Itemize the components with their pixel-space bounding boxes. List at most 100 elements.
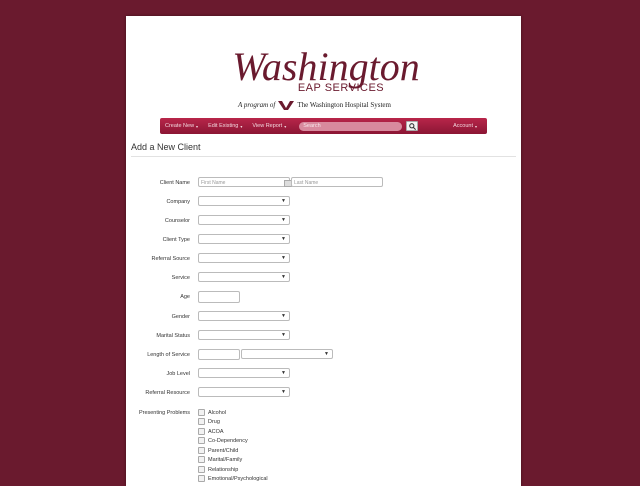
- problem-acoa[interactable]: ACOA: [198, 427, 224, 436]
- length-of-service-label: Length of Service: [147, 352, 190, 358]
- marital-status-row: Marital Status ▼: [126, 330, 521, 344]
- checkbox[interactable]: [198, 409, 205, 416]
- search-icon: [408, 122, 416, 130]
- chevron-down-icon: ▾: [240, 123, 243, 129]
- problem-relationship[interactable]: Relationship: [198, 465, 238, 474]
- nav-edit-existing[interactable]: Edit Existing ▾: [203, 123, 247, 129]
- chevron-down-icon: ▾: [474, 123, 477, 129]
- job-level-row: Job Level ▼: [126, 368, 521, 382]
- presenting-problems-row: Presenting Problems: [126, 407, 521, 421]
- problem-label: Alcohol: [208, 409, 227, 416]
- nav-create-new-label: Create New: [165, 123, 195, 129]
- checkbox[interactable]: [198, 437, 205, 444]
- last-name-placeholder: Last Name: [294, 180, 319, 186]
- chevron-down-icon: ▼: [281, 198, 286, 204]
- referral-source-row: Referral Source ▼: [126, 253, 521, 267]
- first-name-placeholder: First Name: [201, 180, 226, 186]
- marital-status-label: Marital Status: [156, 333, 190, 339]
- problem-marital-family[interactable]: Marital/Family: [198, 455, 242, 464]
- brand-tagline: A program of The Washington Hospital Sys…: [238, 99, 448, 111]
- page-title: Add a New Client: [131, 142, 201, 152]
- problem-label: Marital/Family: [208, 456, 243, 463]
- problem-label: Emotional/Psychological: [208, 475, 268, 482]
- age-row: Age: [126, 291, 521, 305]
- problem-label: Relationship: [208, 466, 239, 473]
- problem-label: Parent/Child: [208, 447, 239, 454]
- referral-resource-row: Referral Resource ▼: [126, 387, 521, 401]
- problem-emotional[interactable]: Emotional/Psychological: [198, 474, 268, 483]
- client-type-label: Client Type: [162, 237, 190, 243]
- tagline-suffix: The Washington Hospital System: [297, 101, 391, 109]
- length-of-service-row: Length of Service ▼: [126, 349, 521, 363]
- main-navbar: Create New ▾ Edit Existing ▾ View Report…: [160, 118, 487, 134]
- gender-label: Gender: [171, 314, 190, 320]
- gender-select[interactable]: ▼: [198, 311, 290, 321]
- checkbox[interactable]: [198, 447, 205, 454]
- client-name-row: Client Name First Name Last Name: [126, 177, 521, 191]
- chevron-down-icon: ▾: [196, 123, 199, 129]
- client-name-label: Client Name: [159, 180, 190, 186]
- marital-status-select[interactable]: ▼: [198, 330, 290, 340]
- age-label: Age: [180, 294, 190, 300]
- search-button[interactable]: [406, 121, 419, 131]
- problem-parent-child[interactable]: Parent/Child: [198, 446, 238, 455]
- problem-alcohol[interactable]: Alcohol: [198, 408, 226, 417]
- chevron-down-icon: ▼: [281, 274, 286, 280]
- chevron-down-icon: ▼: [281, 389, 286, 395]
- problem-label: Co-Dependency: [208, 437, 248, 444]
- age-field[interactable]: [198, 291, 240, 303]
- nav-account-label: Account: [453, 123, 473, 129]
- last-name-field[interactable]: Last Name: [291, 177, 383, 187]
- nav-account[interactable]: Account ▾: [448, 123, 487, 129]
- checkbox[interactable]: [198, 456, 205, 463]
- service-label: Service: [171, 275, 190, 281]
- chevron-down-icon: ▼: [324, 351, 329, 357]
- referral-resource-label: Referral Resource: [145, 390, 190, 396]
- nav-view-report-label: View Report: [252, 123, 283, 129]
- company-row: Company ▼: [126, 196, 521, 210]
- brand-logo: Washington EAP SERVICES A program of The…: [126, 16, 521, 116]
- service-row: Service ▼: [126, 272, 521, 286]
- chevron-down-icon: ▼: [281, 217, 286, 223]
- referral-resource-select[interactable]: ▼: [198, 387, 290, 397]
- chevron-down-icon: ▼: [281, 255, 286, 261]
- first-name-field[interactable]: First Name: [198, 177, 292, 187]
- company-select[interactable]: ▼: [198, 196, 290, 206]
- chevron-down-icon: ▼: [281, 236, 286, 242]
- brand-subtitle: EAP SERVICES: [297, 82, 385, 94]
- checkbox[interactable]: [198, 428, 205, 435]
- nav-create-new[interactable]: Create New ▾: [160, 123, 203, 129]
- service-select[interactable]: ▼: [198, 272, 290, 282]
- chevron-down-icon: ▾: [284, 123, 287, 129]
- referral-source-label: Referral Source: [151, 256, 190, 262]
- nav-view-report[interactable]: View Report ▾: [247, 123, 291, 129]
- problem-label: Drug: [208, 418, 220, 425]
- counselor-select[interactable]: ▼: [198, 215, 290, 225]
- problem-label: ACOA: [208, 428, 224, 435]
- client-type-select[interactable]: ▼: [198, 234, 290, 244]
- length-of-service-field[interactable]: [198, 349, 240, 360]
- search-input[interactable]: [299, 121, 403, 131]
- counselor-label: Counselor: [164, 218, 190, 224]
- chevron-down-icon: ▼: [281, 313, 286, 319]
- length-of-service-unit-select[interactable]: ▼: [241, 349, 333, 359]
- chevron-down-icon: ▼: [281, 370, 286, 376]
- hospital-mark-icon: [278, 100, 295, 110]
- checkbox[interactable]: [198, 418, 205, 425]
- company-label: Company: [166, 199, 190, 205]
- checkbox[interactable]: [198, 466, 205, 473]
- divider: [131, 156, 516, 157]
- page-container: Washington EAP SERVICES A program of The…: [126, 16, 521, 486]
- job-level-label: Job Level: [166, 371, 190, 377]
- problem-drug[interactable]: Drug: [198, 417, 220, 426]
- presenting-problems-label: Presenting Problems: [138, 410, 190, 416]
- nav-edit-existing-label: Edit Existing: [208, 123, 239, 129]
- problem-co-dependency[interactable]: Co-Dependency: [198, 436, 248, 445]
- checkbox[interactable]: [198, 475, 205, 482]
- gender-row: Gender ▼: [126, 311, 521, 325]
- counselor-row: Counselor ▼: [126, 215, 521, 229]
- chevron-down-icon: ▼: [281, 332, 286, 338]
- referral-source-select[interactable]: ▼: [198, 253, 290, 263]
- job-level-select[interactable]: ▼: [198, 368, 290, 378]
- client-type-row: Client Type ▼: [126, 234, 521, 248]
